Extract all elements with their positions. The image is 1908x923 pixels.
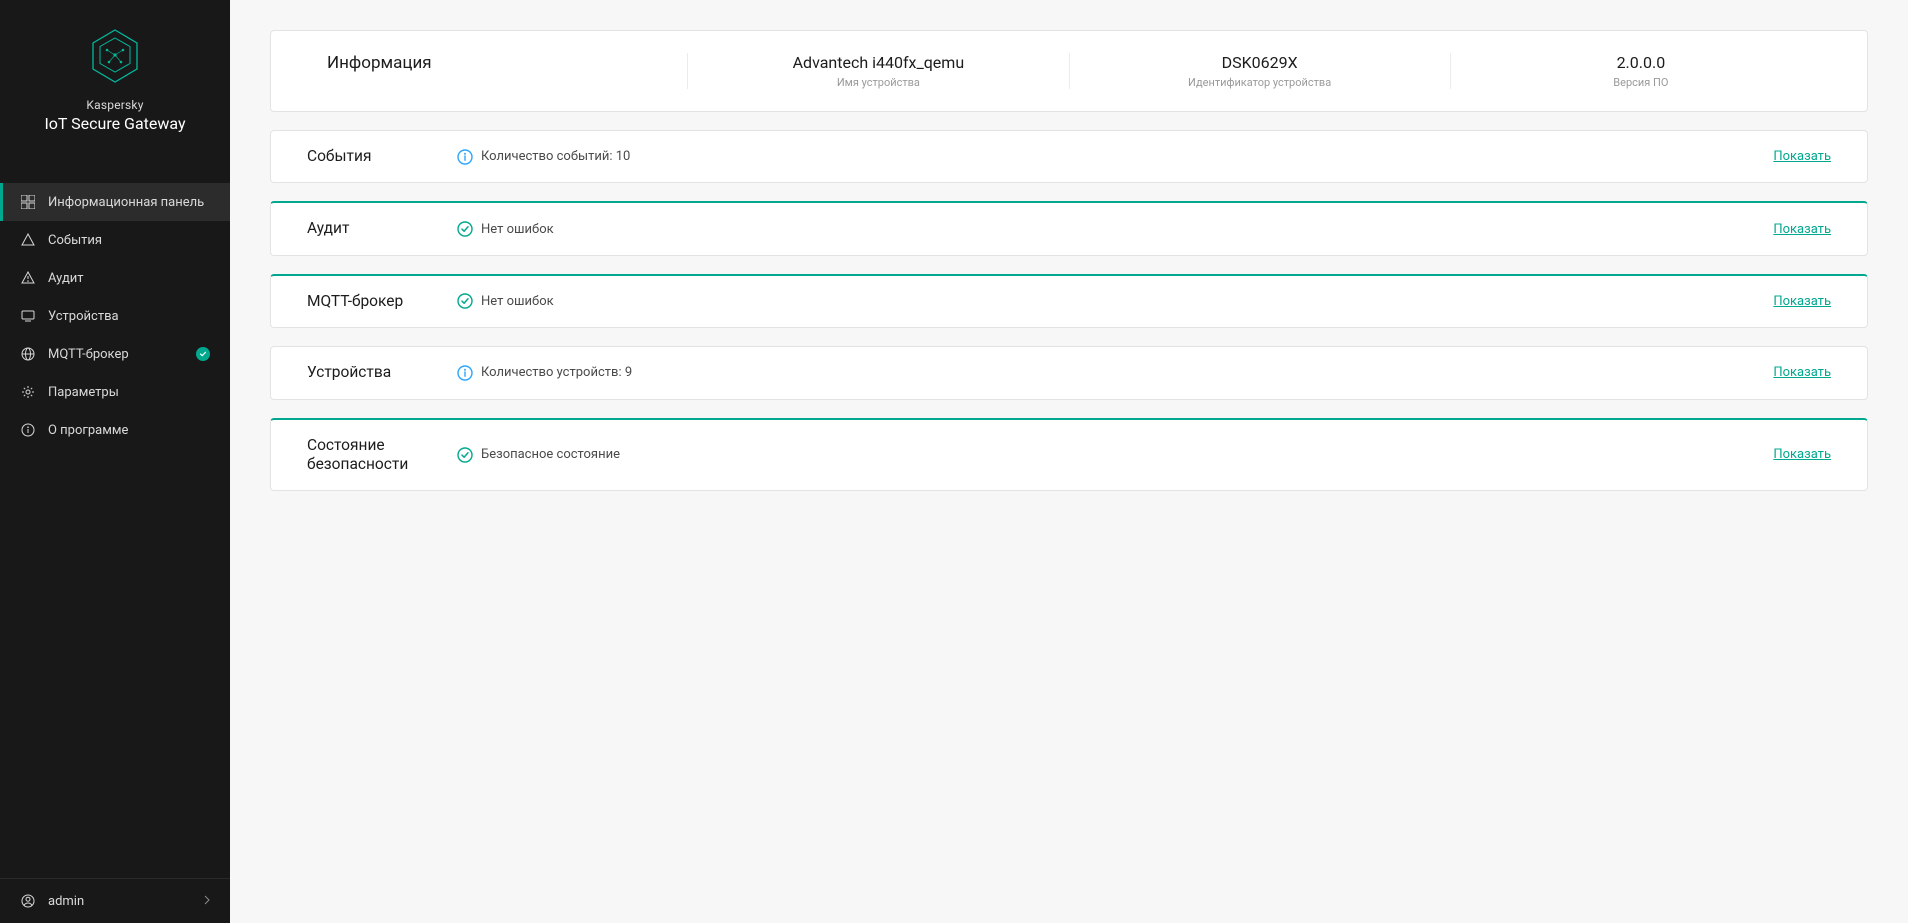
events-text: Количество событий: 10	[481, 149, 630, 164]
security-card: Состояние безопасности Безопасное состоя…	[270, 418, 1868, 492]
check-circle-icon	[457, 447, 473, 463]
info-device-id-label: Идентификатор устройства	[1090, 76, 1430, 89]
audit-text: Нет ошибок	[481, 222, 554, 237]
info-title: Информация	[327, 53, 667, 73]
info-version-value: 2.0.0.0	[1471, 53, 1811, 72]
nav-item-events[interactable]: События	[0, 221, 230, 259]
globe-icon	[20, 346, 36, 362]
info-icon	[20, 422, 36, 438]
nav-label: Аудит	[48, 271, 84, 286]
user-icon	[20, 893, 36, 909]
info-device-name-value: Advantech i440fx_qemu	[708, 53, 1048, 72]
nav-label: О программе	[48, 423, 128, 438]
nav-item-about[interactable]: О программе	[0, 411, 230, 449]
info-device-id-cell: DSK0629X Идентификатор устройства	[1069, 53, 1450, 89]
nav-label: Параметры	[48, 385, 119, 400]
warning-icon	[20, 232, 36, 248]
security-text: Безопасное состояние	[481, 447, 620, 462]
brand-block: Kaspersky IoT Secure Gateway	[0, 0, 230, 153]
brand-logo-icon	[90, 28, 140, 84]
nav-label: События	[48, 233, 102, 248]
brand-line2: IoT Secure Gateway	[10, 114, 220, 133]
nav-item-settings[interactable]: Параметры	[0, 373, 230, 411]
status-ok-badge-icon	[196, 347, 210, 361]
info-device-name-cell: Advantech i440fx_qemu Имя устройства	[687, 53, 1068, 89]
info-card: Информация Advantech i440fx_qemu Имя уст…	[270, 30, 1868, 112]
mqtt-title: MQTT-брокер	[307, 292, 457, 311]
main-content: Информация Advantech i440fx_qemu Имя уст…	[230, 0, 1908, 923]
user-name: admin	[48, 894, 84, 909]
devices-title: Устройства	[307, 363, 457, 382]
nav-item-dashboard[interactable]: Информационная панель	[0, 183, 230, 221]
mqtt-text: Нет ошибок	[481, 294, 554, 309]
events-title: События	[307, 147, 457, 166]
audit-card: Аудит Нет ошибок Показать	[270, 201, 1868, 255]
nav-label: Устройства	[48, 309, 119, 324]
mqtt-show-link[interactable]: Показать	[1773, 294, 1831, 309]
security-title: Состояние безопасности	[307, 436, 457, 475]
audit-show-link[interactable]: Показать	[1773, 222, 1831, 237]
check-circle-icon	[457, 293, 473, 309]
nav-label: MQTT-брокер	[48, 347, 129, 362]
info-device-name-label: Имя устройства	[708, 76, 1048, 89]
info-version-label: Версия ПО	[1471, 76, 1811, 89]
mqtt-card: MQTT-брокер Нет ошибок Показать	[270, 274, 1868, 328]
nav-label: Информационная панель	[48, 195, 204, 210]
sidebar-nav: Информационная панель События Аудит Устр…	[0, 183, 230, 878]
nav-item-devices[interactable]: Устройства	[0, 297, 230, 335]
devices-show-link[interactable]: Показать	[1773, 365, 1831, 380]
audit-title: Аудит	[307, 219, 457, 238]
info-circle-icon	[457, 365, 473, 381]
devices-icon	[20, 308, 36, 324]
info-circle-icon	[457, 149, 473, 165]
brand-line1: Kaspersky	[10, 98, 220, 112]
nav-item-audit[interactable]: Аудит	[0, 259, 230, 297]
nav-item-mqtt[interactable]: MQTT-брокер	[0, 335, 230, 373]
chevron-right-icon	[204, 894, 210, 909]
devices-card: Устройства Количество устройств: 9 Показ…	[270, 346, 1868, 399]
events-card: События Количество событий: 10 Показать	[270, 130, 1868, 183]
audit-icon	[20, 270, 36, 286]
info-device-id-value: DSK0629X	[1090, 53, 1430, 72]
devices-text: Количество устройств: 9	[481, 365, 632, 380]
sidebar: Kaspersky IoT Secure Gateway Информацион…	[0, 0, 230, 923]
events-show-link[interactable]: Показать	[1773, 149, 1831, 164]
check-circle-icon	[457, 221, 473, 237]
security-show-link[interactable]: Показать	[1773, 447, 1831, 462]
info-version-cell: 2.0.0.0 Версия ПО	[1450, 53, 1831, 89]
sidebar-user-menu[interactable]: admin	[0, 878, 230, 923]
dashboard-icon	[20, 194, 36, 210]
gear-icon	[20, 384, 36, 400]
info-title-cell: Информация	[307, 53, 687, 89]
